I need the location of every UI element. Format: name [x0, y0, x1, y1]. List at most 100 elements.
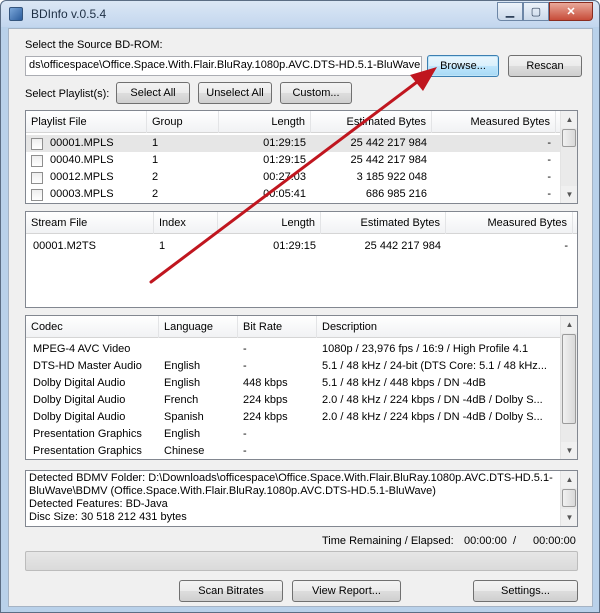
view-report-button[interactable]: View Report...	[292, 580, 401, 602]
info-scrollbar[interactable]: ▲ ▼	[560, 471, 577, 526]
settings-button[interactable]: Settings...	[473, 580, 578, 602]
playlist-row[interactable]: 00001.MPLS 1 01:29:15 25 442 217 984 -	[26, 135, 562, 152]
stream-index: 1	[159, 240, 166, 252]
scroll-down-icon[interactable]: ▼	[561, 509, 577, 526]
title-bar[interactable]: BDInfo v.0.5.4 ▁ ▢ ✕	[1, 1, 599, 27]
codec-name: DTS-HD Master Audio	[33, 360, 142, 372]
playlist-estimated: 25 442 217 984	[350, 137, 427, 149]
playlist-estimated: 25 442 217 984	[350, 154, 427, 166]
header-stream-file[interactable]: Stream File	[26, 212, 154, 234]
codec-bitrate: -	[243, 428, 247, 440]
codec-name: Dolby Digital Audio	[33, 394, 126, 406]
source-path-input[interactable]: ds\officespace\Office.Space.With.Flair.B…	[25, 56, 422, 76]
codec-row[interactable]: Presentation Graphics English -	[26, 426, 562, 443]
scroll-up-icon[interactable]: ▲	[561, 316, 577, 333]
playlist-file: 00003.MPLS	[50, 188, 114, 200]
codec-row[interactable]: Dolby Digital Audio Spanish 224 kbps 2.0…	[26, 409, 562, 426]
header-language[interactable]: Language	[159, 316, 238, 338]
codec-scrollbar[interactable]: ▲ ▼	[560, 316, 577, 459]
codec-row[interactable]: DTS-HD Master Audio English - 5.1 / 48 k…	[26, 358, 562, 375]
header-measured-bytes[interactable]: Measured Bytes	[432, 111, 556, 133]
header-measured-bytes[interactable]: Measured Bytes	[446, 212, 573, 234]
playlist-file: 00040.MPLS	[50, 154, 114, 166]
time-remaining: 00:00:00	[464, 535, 507, 547]
playlist-file: 00001.MPLS	[50, 137, 114, 149]
playlist-row[interactable]: 00012.MPLS 2 00:27:03 3 185 922 048 -	[26, 169, 562, 186]
scan-progress-bar	[25, 551, 578, 571]
codec-row[interactable]: Dolby Digital Audio French 224 kbps 2.0 …	[26, 392, 562, 409]
stream-list[interactable]: Stream File Index Length Estimated Bytes…	[25, 211, 578, 308]
select-all-button[interactable]: Select All	[116, 82, 190, 104]
playlist-estimated: 3 185 922 048	[356, 171, 427, 183]
header-index[interactable]: Index	[154, 212, 218, 234]
header-estimated-bytes[interactable]: Estimated Bytes	[321, 212, 446, 234]
bdinfo-window: BDInfo v.0.5.4 ▁ ▢ ✕ Select the Source B…	[0, 0, 600, 613]
codec-name: Presentation Graphics	[33, 445, 142, 457]
codec-description: 2.0 / 48 kHz / 224 kbps / DN -4dB / Dolb…	[322, 411, 543, 423]
header-bit-rate[interactable]: Bit Rate	[238, 316, 317, 338]
stream-estimated: 25 442 217 984	[364, 240, 441, 252]
playlist-group: 2	[152, 188, 159, 200]
codec-description: 5.1 / 48 kHz / 448 kbps / DN -4dB	[322, 377, 486, 389]
scroll-thumb[interactable]	[562, 489, 576, 507]
playlist-length: 00:27:03	[263, 171, 306, 183]
codec-row[interactable]: MPEG-4 AVC Video - 1080p / 23,976 fps / …	[26, 341, 562, 358]
playlist-header: Playlist File Group Length Estimated Byt…	[26, 111, 562, 133]
rescan-button[interactable]: Rescan	[508, 55, 582, 77]
playlist-checkbox[interactable]	[31, 172, 43, 184]
close-button[interactable]: ✕	[549, 2, 593, 21]
playlist-checkbox[interactable]	[31, 155, 43, 167]
browse-button[interactable]: Browse...	[427, 55, 499, 77]
codec-bitrate: -	[243, 360, 247, 372]
info-line: Disc Size: 30 518 212 431 bytes	[29, 511, 187, 523]
maximize-button[interactable]: ▢	[523, 2, 549, 21]
codec-language: French	[164, 394, 199, 406]
scroll-down-icon[interactable]: ▼	[561, 442, 577, 459]
playlist-row[interactable]: 00003.MPLS 2 00:05:41 686 985 216 -	[26, 186, 562, 203]
source-label: Select the Source BD-ROM:	[25, 39, 163, 51]
scroll-up-icon[interactable]: ▲	[561, 111, 577, 128]
unselect-all-button[interactable]: Unselect All	[198, 82, 272, 104]
header-playlist-file[interactable]: Playlist File	[26, 111, 147, 133]
codec-bitrate: -	[243, 445, 247, 457]
codec-row[interactable]: Presentation Graphics Chinese -	[26, 443, 562, 459]
playlist-length: 01:29:15	[263, 137, 306, 149]
scroll-down-icon[interactable]: ▼	[561, 186, 577, 203]
codec-row[interactable]: Dolby Digital Audio English 448 kbps 5.1…	[26, 375, 562, 392]
header-length[interactable]: Length	[218, 212, 321, 234]
header-length[interactable]: Length	[219, 111, 311, 133]
stream-row[interactable]: 00001.M2TS 1 01:29:15 25 442 217 984 -	[26, 238, 577, 255]
custom-button[interactable]: Custom...	[280, 82, 352, 104]
scroll-thumb[interactable]	[562, 334, 576, 424]
playlist-measured: -	[547, 137, 551, 149]
info-line: Detected Features: BD-Java	[29, 498, 168, 510]
scroll-up-icon[interactable]: ▲	[561, 471, 577, 488]
playlist-list[interactable]: Playlist File Group Length Estimated Byt…	[25, 110, 578, 204]
codec-language: Spanish	[164, 411, 204, 423]
info-textbox[interactable]: Detected BDMV Folder: D:\Downloads\offic…	[25, 470, 578, 527]
playlist-select-label: Select Playlist(s):	[25, 88, 110, 100]
codec-language: English	[164, 377, 201, 389]
playlist-checkbox[interactable]	[31, 189, 43, 201]
scroll-thumb[interactable]	[562, 129, 576, 147]
header-description[interactable]: Description	[317, 316, 562, 338]
playlist-checkbox[interactable]	[31, 138, 43, 150]
header-codec[interactable]: Codec	[26, 316, 159, 338]
codec-list[interactable]: Codec Language Bit Rate Description MPEG…	[25, 315, 578, 460]
codec-description	[317, 443, 562, 459]
codec-language: English	[164, 360, 201, 372]
playlist-scrollbar[interactable]: ▲ ▼	[560, 111, 577, 203]
window-title: BDInfo v.0.5.4	[31, 7, 107, 21]
playlist-length: 00:05:41	[263, 188, 306, 200]
info-line: BluWave\BDMV (Office.Space.With.Flair.Bl…	[29, 485, 436, 497]
playlist-group: 1	[152, 154, 159, 166]
codec-language: Chinese	[164, 445, 205, 457]
codec-language: English	[164, 428, 201, 440]
header-estimated-bytes[interactable]: Estimated Bytes	[311, 111, 432, 133]
playlist-row[interactable]: 00040.MPLS 1 01:29:15 25 442 217 984 -	[26, 152, 562, 169]
scan-bitrates-button[interactable]: Scan Bitrates	[179, 580, 283, 602]
codec-bitrate: 224 kbps	[243, 411, 288, 423]
playlist-measured: -	[547, 171, 551, 183]
minimize-button[interactable]: ▁	[497, 2, 523, 21]
header-group[interactable]: Group	[147, 111, 219, 133]
